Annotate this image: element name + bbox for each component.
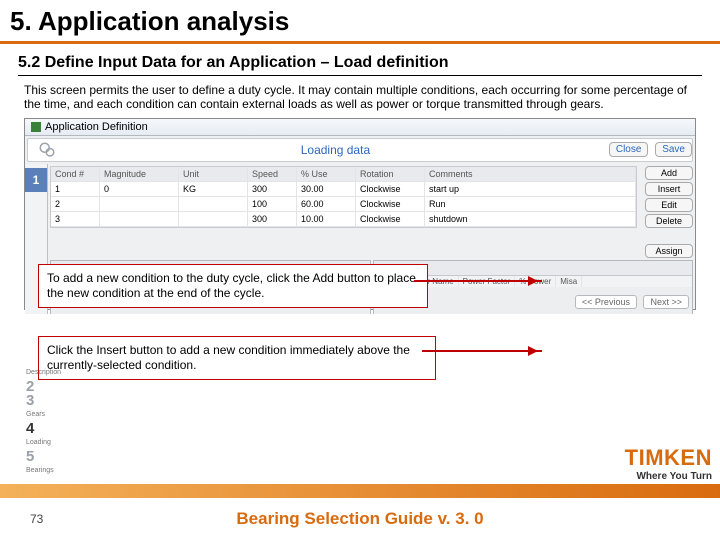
- arrow-to-insert: [422, 350, 542, 352]
- save-button[interactable]: Save: [655, 142, 692, 157]
- next-button[interactable]: Next >>: [643, 295, 689, 309]
- callout-insert: Click the Insert button to add a new con…: [38, 336, 436, 380]
- col-rot: Rotation: [356, 167, 425, 181]
- app-titlebar: Application Definition: [25, 119, 695, 136]
- close-button[interactable]: Close: [609, 142, 649, 157]
- col-speed: Speed: [248, 167, 297, 181]
- callout-add: To add a new condition to the duty cycle…: [38, 264, 428, 308]
- app-nav: << Previous Next >>: [571, 297, 689, 307]
- app-top-buttons: Close Save: [605, 142, 692, 157]
- conditions-grid: Cond # Magnitude Unit Speed % Use Rotati…: [50, 166, 637, 228]
- col-use: % Use: [297, 167, 356, 181]
- section-paragraph: This screen permits the user to define a…: [24, 84, 696, 112]
- app-window-title: Application Definition: [45, 121, 148, 133]
- table-row[interactable]: 330010.00Clockwiseshutdown: [51, 212, 636, 227]
- footer: 73 Bearing Selection Guide v. 3. 0: [0, 498, 720, 540]
- header-bar: 5. Application analysis: [0, 0, 720, 44]
- add-button[interactable]: Add: [645, 166, 693, 180]
- gear-icon: [36, 141, 58, 159]
- grid-header: Cond # Magnitude Unit Speed % Use Rotati…: [51, 167, 636, 182]
- step-1: 1: [25, 168, 47, 192]
- col-unit: Unit: [179, 167, 248, 181]
- insert-button[interactable]: Insert: [645, 182, 693, 196]
- col-comment: Comments: [425, 167, 636, 181]
- brand-logo: TIMKEN: [625, 445, 712, 470]
- table-row[interactable]: 10KG30030.00Clockwisestart up: [51, 182, 636, 197]
- page-number: 73: [30, 512, 43, 526]
- app-banner: Loading data Close Save: [27, 138, 693, 162]
- delete-button[interactable]: Delete: [645, 214, 693, 228]
- prev-button[interactable]: << Previous: [575, 295, 637, 309]
- table-row[interactable]: 210060.00ClockwiseRun: [51, 197, 636, 212]
- section-subtitle: 5.2 Define Input Data for an Application…: [18, 54, 702, 76]
- step-list: Description 2 3 Gears 4 Loading 5 Bearin…: [26, 366, 60, 478]
- brand: TIMKEN Where You Turn: [625, 445, 712, 482]
- edit-button[interactable]: Edit: [645, 198, 693, 212]
- footer-title: Bearing Selection Guide v. 3. 0: [236, 509, 483, 529]
- arrow-to-add: [414, 280, 542, 282]
- assign-button[interactable]: Assign: [645, 244, 693, 258]
- col-cond: Cond #: [51, 167, 100, 181]
- col-mag: Magnitude: [100, 167, 179, 181]
- app-banner-text: Loading data: [66, 143, 605, 157]
- page-title: 5. Application analysis: [10, 6, 710, 37]
- grid-buttons: Add Insert Edit Delete Assign: [639, 164, 695, 260]
- gradient-bar: [0, 484, 720, 498]
- brand-tagline: Where You Turn: [625, 471, 712, 482]
